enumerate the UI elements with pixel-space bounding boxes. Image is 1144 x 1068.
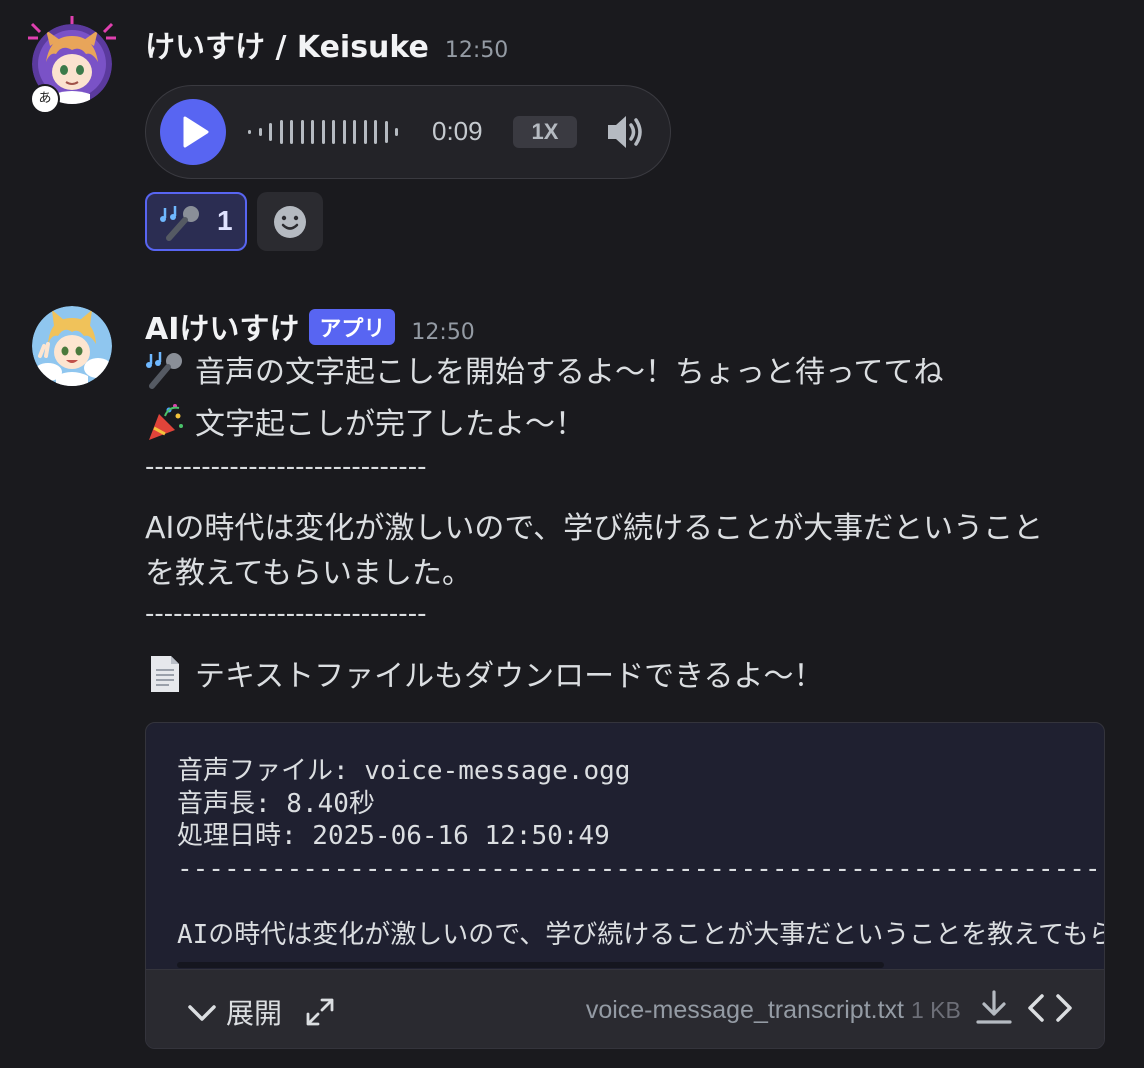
view-source-button[interactable] xyxy=(1026,988,1074,1032)
text-file-attachment: 音声ファイル: voice-message.ogg 音声長: 8.40秒 処理日時:… xyxy=(145,722,1105,1049)
waveform-bar xyxy=(332,120,335,144)
transcript-line-1: AIの時代は変化が激しいので、学び続けることが大事だということ xyxy=(145,511,1044,546)
reaction-microphone[interactable]: 1 xyxy=(145,192,247,251)
audio-duration: 0:09 xyxy=(432,116,483,146)
divider-text: ------------------------------ xyxy=(145,452,427,482)
waveform-bar xyxy=(321,120,325,144)
file-size: 1 KB xyxy=(911,997,961,1023)
waveform-bar xyxy=(311,120,314,144)
file-preview-line: 処理日時: 2025-06-16 12:50:49 xyxy=(177,821,610,851)
message-line-done: 文字起こしが完了したよ〜！ xyxy=(145,399,585,443)
download-button[interactable] xyxy=(974,986,1014,1034)
username[interactable]: AIけいすけ xyxy=(145,304,299,348)
reaction-count: 1 xyxy=(217,205,233,236)
message-line-download: テキストファイルもダウンロードできるよ〜！ xyxy=(145,651,824,695)
smiley-icon xyxy=(274,206,306,238)
message-text: テキストファイルもダウンロードできるよ〜！ xyxy=(195,659,824,694)
app-badge: アプリ xyxy=(309,309,396,345)
message-header: AIけいすけ アプリ 12:50 xyxy=(145,304,475,348)
file-preview-line: 音声ファイル: voice-message.ogg xyxy=(177,756,631,786)
message-line-start: 音声の文字起こしを開始するよ〜！ちょっと待っててね xyxy=(145,347,944,391)
volume-button[interactable] xyxy=(604,110,648,158)
timestamp[interactable]: 12:50 xyxy=(445,38,508,63)
message-text: 文字起こしが完了したよ〜！ xyxy=(195,407,585,442)
waveform-bar xyxy=(300,120,304,144)
waveform-bar xyxy=(258,128,262,136)
download-icon xyxy=(976,990,1012,1024)
fullscreen-button[interactable] xyxy=(304,996,336,1032)
voice-message-player xyxy=(145,85,671,179)
waveform-bar xyxy=(395,128,398,136)
transcript-line-2: を教えてもらいました。 xyxy=(145,556,472,591)
play-icon xyxy=(183,116,209,148)
file-name[interactable]: voice-message_transcript.txt xyxy=(586,996,904,1025)
document-icon xyxy=(151,656,179,692)
message-header: けいすけ / Keisuke 12:50 xyxy=(145,22,508,66)
waveform-bar xyxy=(384,121,388,143)
file-preview: 音声ファイル: voice-message.ogg 音声長: 8.40秒 処理日時:… xyxy=(177,755,1105,885)
microphone-icon xyxy=(160,206,199,241)
chevron-down-icon xyxy=(188,1005,216,1021)
status-badge: あ xyxy=(30,84,60,114)
play-button[interactable] xyxy=(160,99,226,165)
expand-button[interactable]: 展開 xyxy=(186,992,282,1032)
message-text: 音声の文字起こしを開始するよ〜！ちょっと待っててね xyxy=(195,355,944,390)
horizontal-scrollbar[interactable] xyxy=(177,962,884,968)
divider-text: ------------------------------ xyxy=(145,599,427,629)
username[interactable]: けいすけ / Keisuke xyxy=(145,22,429,66)
waveform-bar xyxy=(363,120,367,144)
avatar-ai-keisuke[interactable] xyxy=(32,306,112,386)
file-preview-line: 音声長: 8.40秒 xyxy=(177,788,375,819)
waveform-bar xyxy=(269,123,272,141)
waveform-bar xyxy=(279,120,283,144)
microphone-icon xyxy=(146,352,182,389)
waveform-bar xyxy=(374,120,377,144)
volume-icon xyxy=(608,116,642,148)
expand-arrows-icon xyxy=(306,998,334,1026)
waveform-bar xyxy=(248,130,251,134)
playback-speed-button[interactable]: 1X xyxy=(513,116,577,148)
party-popper-icon xyxy=(149,404,183,440)
sparkle-icon xyxy=(28,16,116,40)
expand-label: 展開 xyxy=(226,997,283,1030)
waveform-bar xyxy=(353,120,356,144)
file-preview-line: ----------------------------------------… xyxy=(177,853,1105,884)
file-preview-line: AIの時代は変化が激しいので、学び続けることが大事だということを教えてもらいまし… xyxy=(177,920,1104,950)
waveform-bar xyxy=(342,120,346,144)
add-reaction-button[interactable] xyxy=(257,192,323,251)
waveform-bar xyxy=(290,120,293,144)
code-icon xyxy=(1028,994,1072,1022)
attachment-footer: 展開 voice-message_transcript.txt 1 KB xyxy=(146,969,1104,1048)
timestamp[interactable]: 12:50 xyxy=(411,320,474,345)
